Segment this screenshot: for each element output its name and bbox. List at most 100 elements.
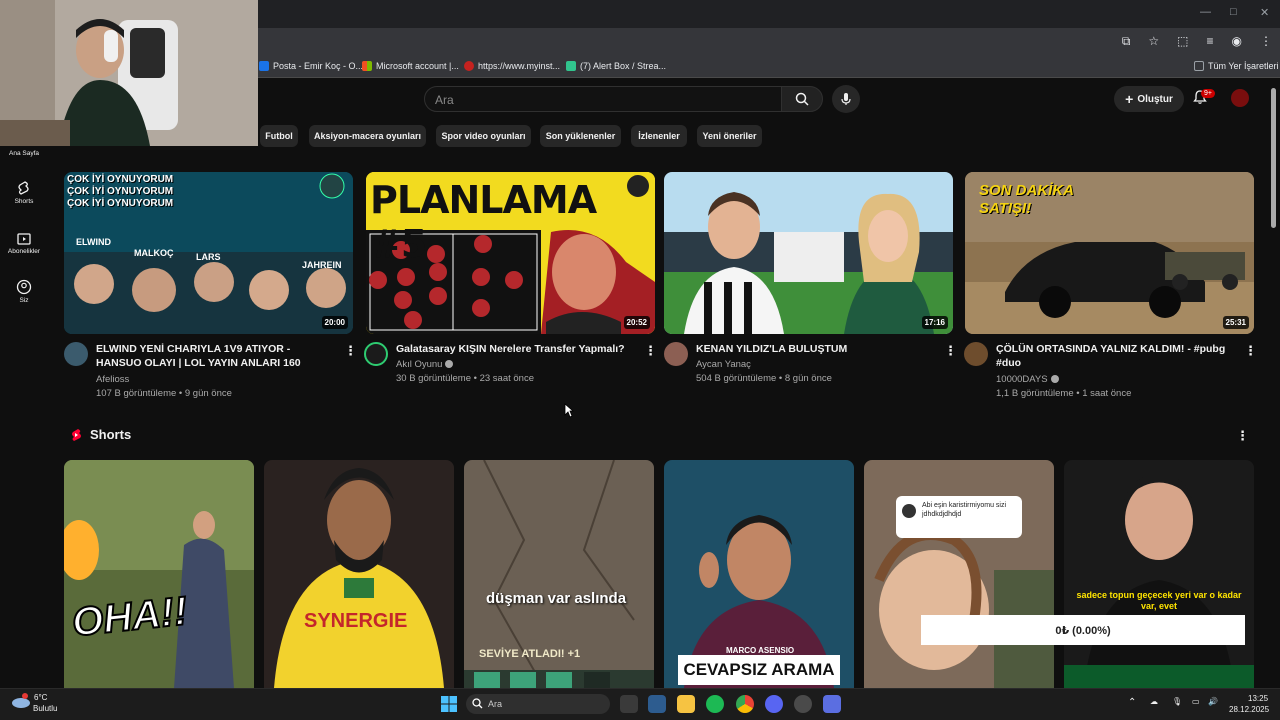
app-icon[interactable] bbox=[823, 695, 841, 713]
bookmark-label: Posta - Emir Koç - O... bbox=[273, 61, 364, 71]
channel-avatar[interactable] bbox=[964, 342, 988, 366]
search-button[interactable] bbox=[781, 86, 823, 112]
shorts-more-icon[interactable]: ⋮ bbox=[1236, 428, 1249, 444]
app-icon[interactable] bbox=[648, 695, 666, 713]
file-explorer-icon[interactable] bbox=[677, 695, 695, 713]
channel-name[interactable]: 10000DAYS bbox=[996, 374, 1059, 385]
star-icon[interactable]: ☆ bbox=[1148, 34, 1159, 49]
short-card[interactable]: OHA!! bbox=[64, 460, 254, 688]
short-card[interactable]: SYNERGIE bbox=[264, 460, 454, 688]
chip-futbol[interactable]: Futbol bbox=[260, 125, 298, 147]
chip-watched[interactable]: İzlenenler bbox=[631, 125, 687, 147]
bookmark-item[interactable]: Posta - Emir Koç - O... bbox=[259, 61, 363, 71]
duration-badge: 20:52 bbox=[623, 316, 650, 329]
profile-icon[interactable]: ◉ bbox=[1232, 34, 1242, 49]
search-input[interactable]: Ara bbox=[424, 86, 782, 112]
channel-name[interactable]: Afelioss bbox=[96, 374, 129, 385]
sidebar-item-shorts[interactable]: Shorts bbox=[0, 180, 48, 205]
voice-search-button[interactable] bbox=[832, 85, 860, 113]
short-subcaption: SEVİYE ATLADI! +1 bbox=[479, 648, 581, 660]
minimize-button[interactable]: — bbox=[1200, 6, 1211, 18]
channel-avatar[interactable] bbox=[64, 342, 88, 366]
windows-start-icon[interactable] bbox=[441, 696, 457, 712]
bookmark-item[interactable]: (7) Alert Box / Strea... bbox=[566, 61, 666, 71]
clock-time[interactable]: 13:25 bbox=[1248, 694, 1268, 703]
sidebar-label: Ana Sayfa bbox=[9, 150, 39, 157]
close-button[interactable]: ✕ bbox=[1260, 6, 1269, 19]
reading-list-icon[interactable]: ≡ bbox=[1207, 34, 1214, 49]
comment-subtext: jdhdkdjdhdjd bbox=[922, 511, 962, 518]
maximize-button[interactable]: □ bbox=[1230, 6, 1237, 18]
taskbar-search-input[interactable]: Ara bbox=[466, 694, 610, 714]
search-icon bbox=[472, 698, 483, 709]
short-thumbnail bbox=[64, 460, 254, 688]
network-icon[interactable]: ☁ bbox=[1150, 697, 1158, 706]
more-actions-icon[interactable]: ⋮ bbox=[944, 343, 957, 359]
tray-chevron-icon[interactable]: ⌃ bbox=[1128, 697, 1136, 708]
channel-name[interactable]: Aycan Yanaç bbox=[696, 359, 751, 370]
sidebar-item-you[interactable]: Siz bbox=[0, 279, 48, 304]
more-menu-icon[interactable]: ⋮ bbox=[1260, 34, 1272, 49]
microphone-icon[interactable]: 🎙 bbox=[1172, 697, 1182, 706]
volume-icon[interactable]: 🔊 bbox=[1208, 697, 1218, 706]
site-icon bbox=[464, 61, 474, 71]
short-caption: CEVAPSIZ ARAMA bbox=[678, 655, 840, 685]
sidebar-item-subscriptions[interactable]: Abonelikler bbox=[0, 230, 48, 255]
chip-action-adventure[interactable]: Aksiyon-macera oyunları bbox=[309, 125, 426, 147]
thumbnail-image bbox=[664, 172, 953, 334]
task-view-icon[interactable] bbox=[620, 695, 638, 713]
channel-avatar[interactable] bbox=[364, 342, 388, 366]
clock-date[interactable]: 28.12.2025 bbox=[1229, 705, 1269, 714]
video-title[interactable]: Galatasaray KIŞIN Nerelere Transfer Yapm… bbox=[396, 342, 636, 356]
video-title[interactable]: KENAN YILDIZ'LA BULUŞTUM bbox=[696, 342, 936, 356]
windows-taskbar bbox=[0, 688, 1280, 720]
subscriptions-icon bbox=[17, 233, 31, 245]
chip-recently-uploaded[interactable]: Son yüklenenler bbox=[540, 125, 621, 147]
weather-description: Bulutlu bbox=[33, 704, 58, 713]
short-card[interactable]: MARCO ASENSIO CEVAPSIZ ARAMA bbox=[664, 460, 854, 688]
page-scrollbar[interactable] bbox=[1271, 88, 1276, 228]
short-card[interactable]: Abi eşin karistirmiyomu sizi jdhdkdjdhdj… bbox=[864, 460, 1054, 688]
sidebar-label: Siz bbox=[19, 297, 29, 304]
video-meta: 1,1 B görüntüleme • 1 saat önce bbox=[996, 388, 1132, 399]
channel-name[interactable]: Akıl Oyunu bbox=[396, 359, 454, 370]
folder-icon bbox=[1194, 61, 1204, 71]
streamer-webcam-image bbox=[0, 0, 258, 146]
video-thumbnail[interactable]: SON DAKİKA SATIŞI! 25:31 bbox=[965, 172, 1254, 334]
account-avatar[interactable] bbox=[1231, 89, 1249, 107]
all-bookmarks[interactable]: Tüm Yer İşaretleri bbox=[1194, 61, 1279, 71]
create-button[interactable]: + Oluştur bbox=[1114, 86, 1184, 112]
discord-icon[interactable] bbox=[765, 695, 783, 713]
bookmark-item[interactable]: https://www.myinst... bbox=[464, 61, 560, 71]
microphone-icon bbox=[841, 93, 851, 105]
short-caption: SYNERGIE bbox=[304, 610, 408, 632]
video-thumbnail[interactable]: ÇOK İYİ OYNUYORUM ÇOK İYİ OYNUYORUM ÇOK … bbox=[64, 172, 353, 334]
create-label: Oluştur bbox=[1137, 93, 1173, 105]
chip-new-recommendations[interactable]: Yeni öneriler bbox=[697, 125, 762, 147]
more-actions-icon[interactable]: ⋮ bbox=[344, 343, 357, 359]
shorts-icon bbox=[18, 181, 29, 195]
more-actions-icon[interactable]: ⋮ bbox=[644, 343, 657, 359]
video-thumbnail[interactable]: PLANLAMA #5 20:52 bbox=[366, 172, 655, 334]
short-card[interactable]: düşman var aslında SEVİYE ATLADI! +1 bbox=[464, 460, 654, 688]
spotify-icon[interactable] bbox=[706, 695, 724, 713]
obs-icon[interactable] bbox=[794, 695, 812, 713]
weather-icon[interactable] bbox=[10, 693, 32, 709]
more-actions-icon[interactable]: ⋮ bbox=[1244, 343, 1257, 359]
chrome-icon[interactable] bbox=[736, 695, 754, 713]
video-thumbnail[interactable]: 17:16 bbox=[664, 172, 953, 334]
video-title[interactable]: ÇÖLÜN ORTASINDA YALNIZ KALDIM! - #pubg #… bbox=[996, 342, 1236, 370]
shorts-section-title: Shorts bbox=[90, 427, 132, 442]
channel-avatar[interactable] bbox=[664, 342, 688, 366]
channel-label: Akıl Oyunu bbox=[396, 359, 443, 370]
cast-icon[interactable]: ⧉ bbox=[1122, 34, 1131, 49]
chip-sports-games[interactable]: Spor video oyunları bbox=[436, 125, 531, 147]
sidebar-item-home[interactable]: Ana Sayfa bbox=[0, 150, 48, 157]
bookmark-item[interactable]: Microsoft account |... bbox=[362, 61, 459, 71]
duration-badge: 17:16 bbox=[921, 316, 948, 329]
display-icon[interactable]: ▭ bbox=[1192, 697, 1200, 706]
donation-goal-bar: 0₺ (0.00%) bbox=[921, 615, 1245, 645]
short-card[interactable]: sadece topun geçecek yeri var o kadar va… bbox=[1064, 460, 1254, 688]
video-title[interactable]: ELWIND YENİ CHARIYLA 1V9 ATIYOR - HANSUO… bbox=[96, 342, 336, 370]
extensions-icon[interactable]: ⬚ bbox=[1177, 34, 1188, 49]
